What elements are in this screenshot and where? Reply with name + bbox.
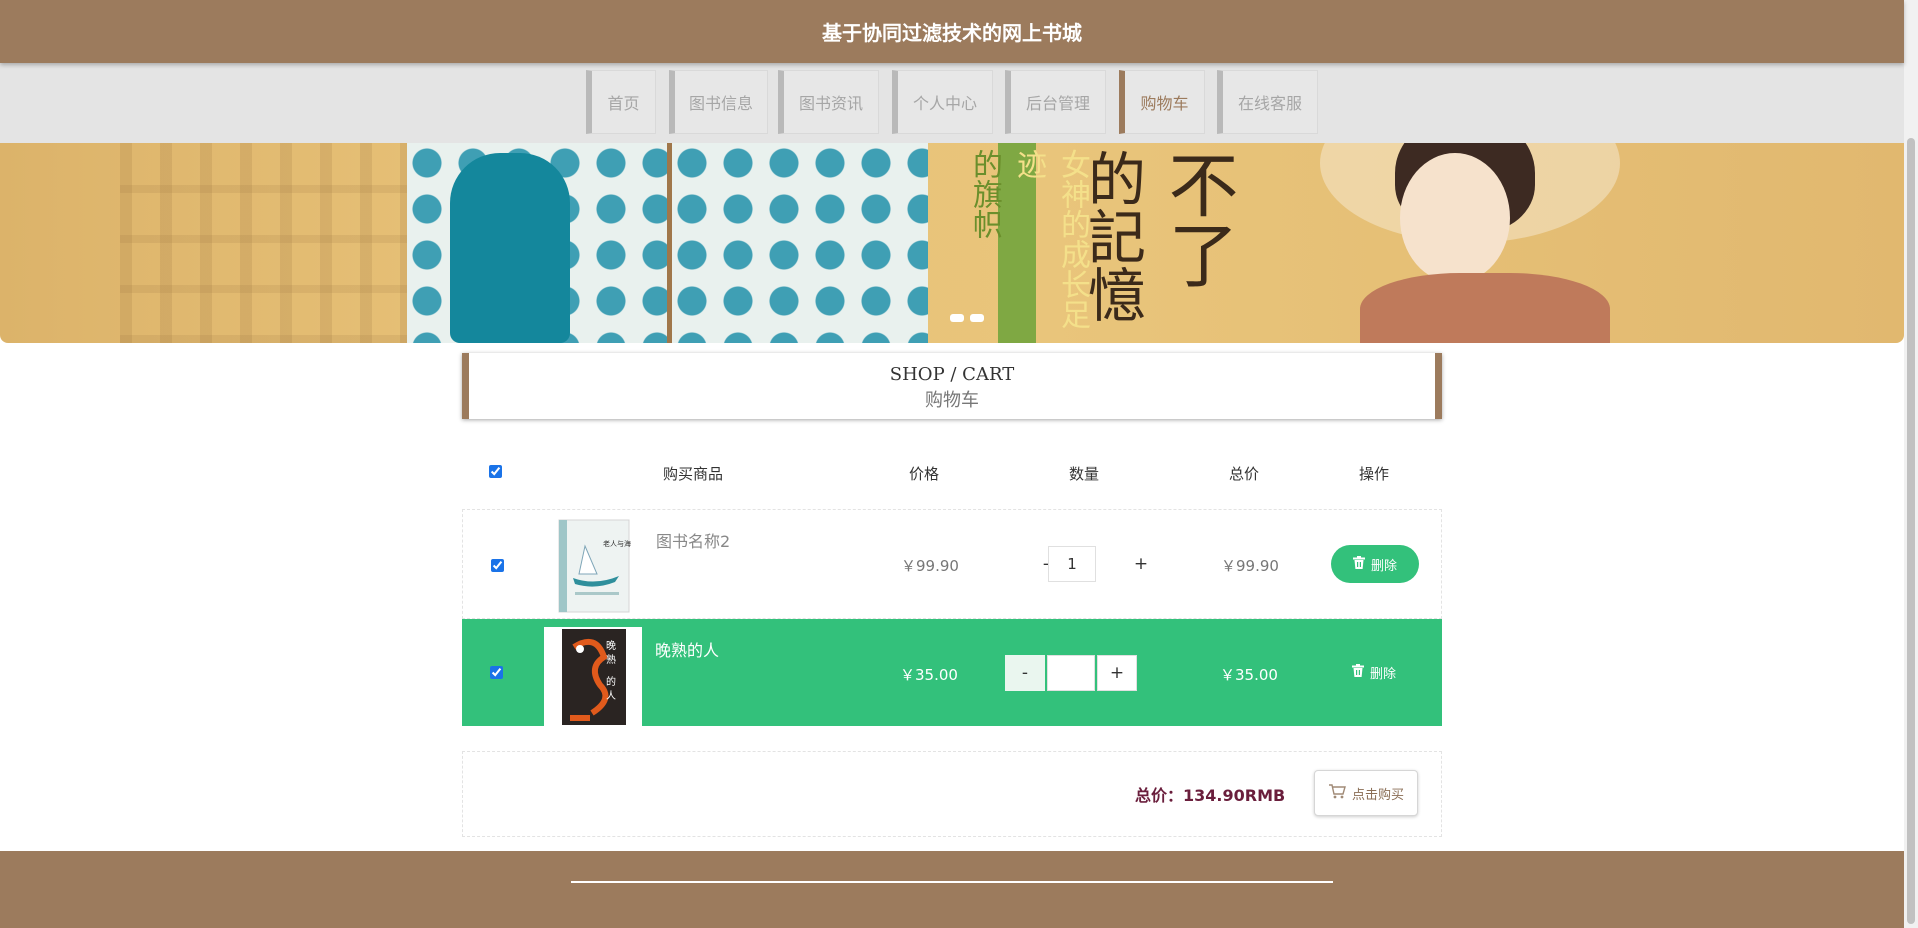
column-header-product: 购买商品	[663, 465, 724, 483]
buy-button[interactable]: 点击购买	[1314, 770, 1418, 816]
cart-total-label: 总价：	[1135, 786, 1184, 805]
cart-row: 晚 熟 的 人 晚熟的人 ￥35.00 - + ￥35.00 删除	[462, 619, 1442, 727]
banner-building-image	[120, 143, 420, 343]
trash-icon	[1352, 555, 1365, 573]
banner-cover-text: 的記憶	[1078, 149, 1146, 323]
delete-label: 删除	[1369, 666, 1396, 682]
column-header-subtotal: 总价	[1229, 465, 1260, 483]
svg-text:人: 人	[606, 690, 616, 702]
main-nav: 首页 图书信息 图书资讯 个人中心 后台管理 购物车 在线客服	[0, 63, 1904, 143]
quantity-increase-button[interactable]: +	[1121, 546, 1161, 582]
carousel-dot[interactable]	[970, 314, 984, 322]
nav-item-cart[interactable]: 购物车	[1119, 70, 1205, 134]
svg-text:老人与海: 老人与海	[603, 539, 631, 548]
trash-icon	[1351, 663, 1364, 681]
cart-row: 老人与海 图书名称2 ￥99.90 - + ￥99.90 删除	[462, 509, 1442, 619]
book-name[interactable]: 图书名称2	[656, 528, 730, 552]
nav-item-user-center[interactable]: 个人中心	[892, 70, 993, 134]
book-cover-thumbnail[interactable]: 晚 熟 的 人	[544, 627, 642, 727]
delete-button[interactable]: 删除	[1331, 545, 1419, 583]
banner-cover-text: 的旗帜	[967, 149, 1002, 239]
quantity-input[interactable]	[1048, 546, 1096, 582]
nav-item-book-news[interactable]: 图书资讯	[778, 70, 879, 134]
book-cover-thumbnail[interactable]: 老人与海	[545, 516, 643, 616]
row-subtotal: ￥35.00	[1220, 666, 1278, 684]
carousel-indicators	[950, 314, 984, 322]
cart-summary: 总价：134.90RMB 点击购买	[462, 751, 1442, 837]
page-scrollbar[interactable]	[1904, 0, 1918, 928]
cart-total-value: 134.90RMB	[1183, 786, 1286, 805]
banner-lady-dress-image	[1360, 273, 1610, 343]
buy-label: 点击购买	[1351, 787, 1404, 803]
site-footer	[0, 851, 1904, 928]
banner-cover-text: 不了	[1157, 149, 1239, 289]
site-header: 基于协同过滤技术的网上书城	[0, 0, 1904, 63]
column-header-actions: 操作	[1359, 465, 1390, 483]
carousel-dot[interactable]	[950, 314, 964, 322]
scrollbar-thumb[interactable]	[1907, 138, 1915, 924]
delete-label: 删除	[1370, 558, 1397, 574]
site-title: 基于协同过滤技术的网上书城	[822, 21, 1082, 45]
banner-silhouette-image	[450, 153, 570, 343]
svg-text:熟: 熟	[606, 653, 616, 666]
banner-lady-face-image	[1400, 153, 1510, 283]
book-price: ￥99.90	[901, 557, 959, 575]
nav-item-home[interactable]: 首页	[586, 70, 656, 134]
book-price: ￥35.00	[900, 666, 958, 684]
banner-carousel[interactable]: 的旗帜 女神的成长足迹 的記憶 不了	[0, 143, 1904, 343]
section-title: SHOP / CART 购物车	[462, 353, 1442, 419]
svg-text:的: 的	[606, 675, 616, 688]
footer-divider	[571, 881, 1333, 883]
quantity-increase-button[interactable]: +	[1097, 655, 1137, 691]
nav-item-admin[interactable]: 后台管理	[1005, 70, 1106, 134]
quantity-decrease-button[interactable]: -	[1005, 655, 1045, 691]
book-name[interactable]: 晚熟的人	[655, 637, 719, 661]
cart-icon	[1328, 783, 1346, 803]
row-checkbox[interactable]	[491, 559, 504, 572]
select-all-checkbox[interactable]	[489, 465, 502, 478]
column-header-price: 价格	[909, 465, 940, 483]
row-subtotal: ￥99.90	[1221, 557, 1279, 575]
banner-book-spine	[667, 143, 672, 343]
delete-button[interactable]: 删除	[1330, 653, 1418, 691]
nav-item-online-service[interactable]: 在线客服	[1217, 70, 1318, 134]
section-title-en: SHOP / CART	[889, 364, 1015, 385]
row-checkbox[interactable]	[490, 666, 503, 679]
section-title-cn: 购物车	[925, 390, 979, 411]
nav-item-book-info[interactable]: 图书信息	[669, 70, 768, 134]
banner-book-cover-front	[672, 143, 928, 343]
column-header-quantity: 数量	[1069, 465, 1100, 483]
quantity-input[interactable]	[1047, 655, 1095, 691]
cart-total: 总价：134.90RMB	[1135, 782, 1285, 806]
svg-text:晚: 晚	[606, 640, 616, 652]
cart-table-header: 购买商品 价格 数量 总价 操作	[462, 443, 1442, 503]
